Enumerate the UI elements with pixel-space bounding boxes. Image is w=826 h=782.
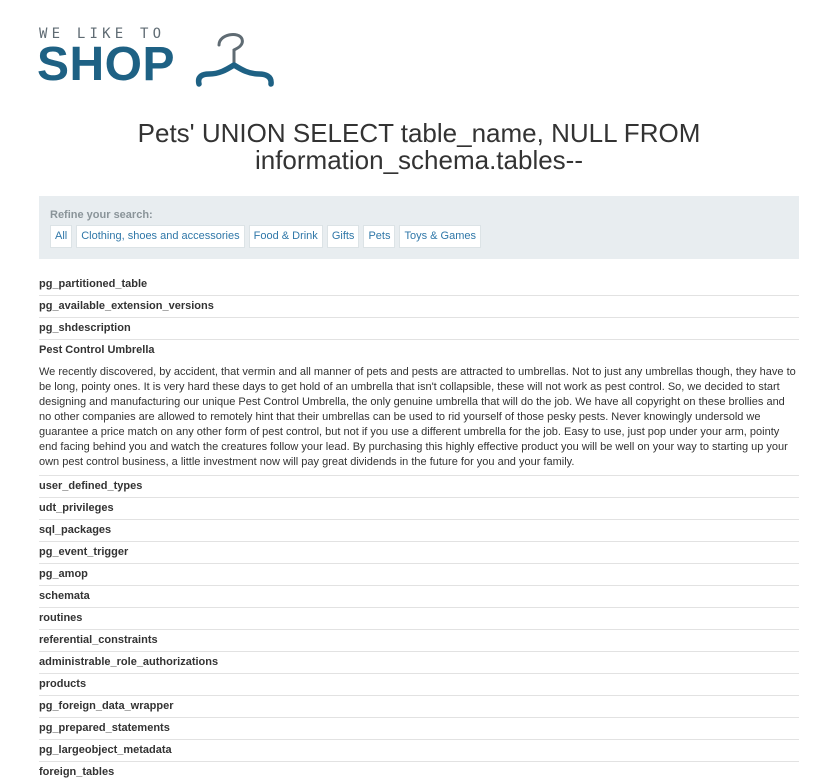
table-row: pg_partitioned_table [39,274,799,296]
filter-link-clothing[interactable]: Clothing, shoes and accessories [76,225,245,248]
results-table: pg_partitioned_table pg_available_extensi… [39,274,799,782]
table-row: schemata [39,586,799,608]
filter-link-gifts[interactable]: Gifts [326,225,360,248]
table-row: pg_available_extension_versions [39,296,799,318]
table-row: pg_shdescription [39,318,799,340]
page: WE LIKE TO SHOP Pets' UNION SELECT table… [0,0,826,782]
row-title: referential_constraints [39,634,158,646]
row-title: routines [39,612,83,624]
filter-link-all[interactable]: All [50,225,73,248]
filter-label: Refine your search: [50,209,153,221]
table-row: foreign_tables [39,762,799,782]
row-title: udt_privileges [39,502,114,514]
filter-link-food-drink[interactable]: Food & Drink [248,225,323,248]
table-row: Pest Control Umbrella We recently discove… [39,340,799,476]
table-row: products [39,674,799,696]
row-title: pg_largeobject_metadata [39,744,172,756]
table-row: pg_amop [39,564,799,586]
table-row: user_defined_types [39,476,799,498]
row-title: pg_shdescription [39,322,131,334]
row-title: pg_available_extension_versions [39,300,214,312]
row-title: user_defined_types [39,480,143,492]
table-row: pg_largeobject_metadata [39,740,799,762]
row-title: Pest Control Umbrella [39,344,155,356]
filter-panel: Refine your search: All Clothing, shoes … [39,196,799,259]
filter-link-pets[interactable]: Pets [363,225,396,248]
clothes-hanger-icon [195,32,274,87]
row-title: pg_foreign_data_wrapper [39,700,174,712]
table-row: pg_event_trigger [39,542,799,564]
table-row: sql_packages [39,520,799,542]
logo-brand: SHOP [37,38,176,91]
row-title: administrable_role_authorizations [39,656,219,668]
row-title: pg_partitioned_table [39,278,148,290]
table-row: pg_foreign_data_wrapper [39,696,799,718]
row-description: We recently discovered, by accident, tha… [39,366,796,468]
table-row: udt_privileges [39,498,799,520]
page-title: Pets' UNION SELECT table_name, NULL FROM… [137,118,701,175]
table-row: referential_constraints [39,630,799,652]
table-row: pg_prepared_statements [39,718,799,740]
row-title: schemata [39,590,90,602]
row-title: foreign_tables [39,766,115,778]
row-title: pg_prepared_statements [39,722,170,734]
table-row: administrable_role_authorizations [39,652,799,674]
table-row: routines [39,608,799,630]
filter-link-toys-games[interactable]: Toys & Games [399,225,481,248]
row-title: sql_packages [39,524,112,536]
site-logo[interactable]: WE LIKE TO SHOP [37,26,279,92]
row-title: products [39,678,87,690]
row-title: pg_amop [39,568,88,580]
filter-category-list: All Clothing, shoes and accessories Food… [50,225,481,248]
row-title: pg_event_trigger [39,546,129,558]
